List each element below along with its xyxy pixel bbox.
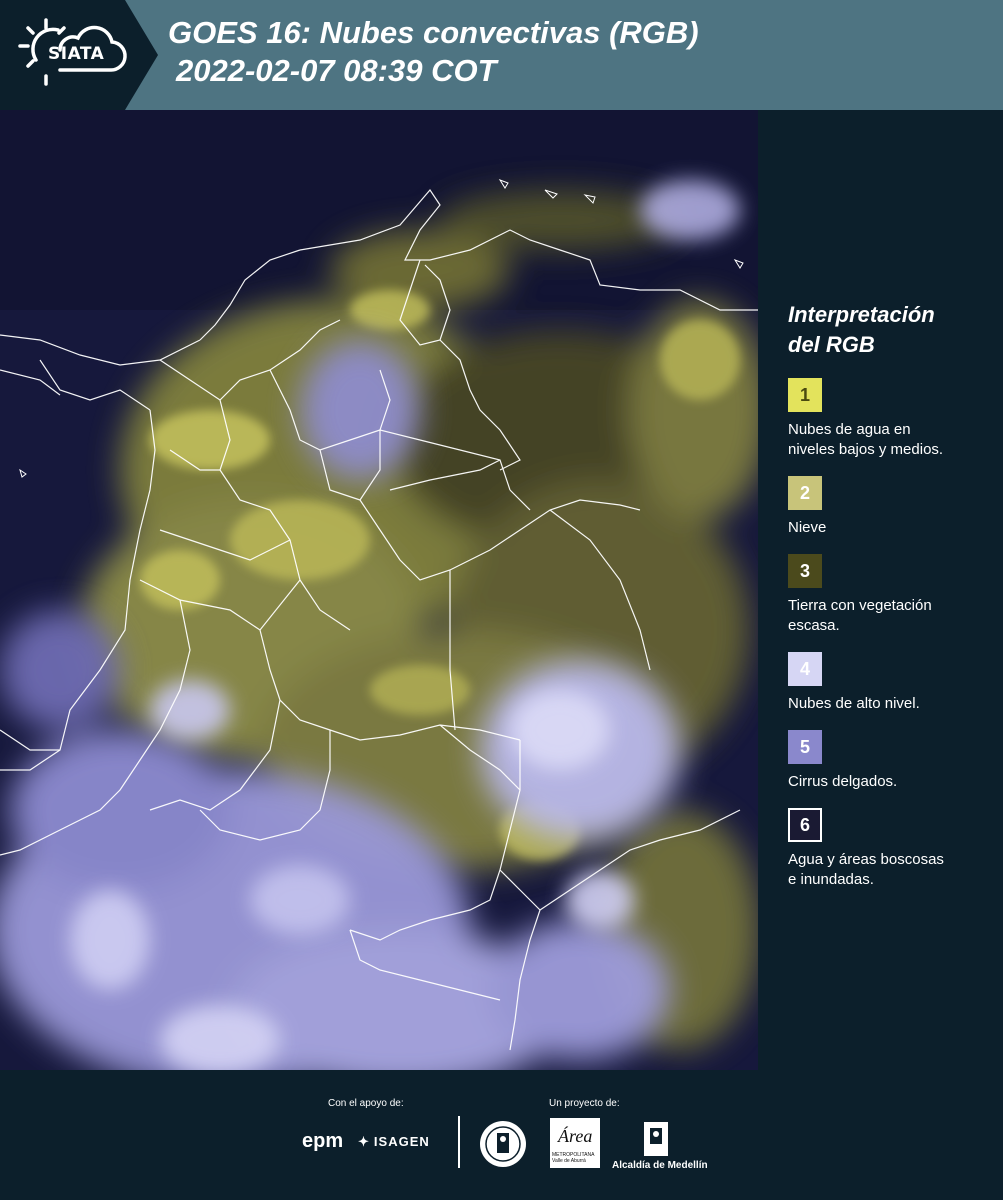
satellite-image [0,110,758,1070]
legend-item-4: 4 Nubes de alto nivel. [788,652,988,714]
legend-swatch-5: 5 [788,730,822,764]
legend-label-5-line1: Cirrus delgados. [788,773,898,790]
legend-swatch-6: 6 [788,808,822,842]
legend-swatch-4: 4 [788,652,822,686]
legend-item-1: 1 Nubes de agua en niveles bajos y medio… [788,378,988,460]
legend-item-2: 2 Nieve [788,476,988,538]
page-title: GOES 16: Nubes convectivas (RGB) 2022-02… [168,14,699,90]
footer-divider [458,1116,460,1168]
header: SIATA GOES 16: Nubes convectivas (RGB) 2… [0,0,1003,110]
legend-label-4-line1: Nubes de alto nivel. [788,695,920,712]
siata-logo: SIATA [0,0,160,110]
epm-logo: epm [302,1130,344,1152]
isagen-logo: ✦ ISAGEN [358,1134,430,1150]
support-label: Con el apoyo de: [328,1098,404,1109]
title-product: GOES 16: Nubes convectivas (RGB) [168,15,699,50]
title-datetime: 2022-02-07 08:39 COT [176,53,497,88]
isagen-text: ISAGEN [373,1134,430,1149]
legend-swatch-1: 1 [788,378,822,412]
legend-label-3: Tierra con vegetación escasa. [788,596,988,636]
legend-label-6-line1: Agua y áreas boscosas [788,851,944,868]
siata-logo-text: SIATA [48,44,105,64]
legend-item-3: 3 Tierra con vegetación escasa. [788,554,988,636]
isagen-mark-icon: ✦ [358,1134,370,1149]
legend-item-5: 5 Cirrus delgados. [788,730,988,792]
alcaldia-label: Alcaldía de Medellín [612,1160,708,1171]
medellin-seal-icon [480,1121,526,1167]
area-logo-text: Área [558,1126,593,1146]
legend-label-2-line1: Nieve [788,519,827,536]
legend-label-3-line1: Tierra con vegetación [788,597,932,614]
rgb-legend: Interpretación del RGB 1 Nubes de agua e… [788,300,988,906]
legend-label-6: Agua y áreas boscosas e inundadas. [788,850,988,890]
legend-title: Interpretación del RGB [788,300,988,360]
legend-title-line2: del RGB [788,332,875,357]
footer: Con el apoyo de: Un proyecto de: epm ✦ IS… [0,1070,1003,1200]
legend-swatch-3: 3 [788,554,822,588]
legend-label-1-line1: Nubes de agua en [788,421,911,438]
legend-label-5: Cirrus delgados. [788,772,988,792]
alcaldia-building-icon [644,1122,668,1156]
legend-label-2: Nieve [788,518,988,538]
legend-item-6: 6 Agua y áreas boscosas e inundadas. [788,808,988,890]
project-label: Un proyecto de: [549,1098,620,1109]
legend-label-1-line2: niveles bajos y medios. [788,441,944,458]
legend-title-line1: Interpretación [788,302,935,327]
area-logo-sub: METROPOLITANA Valle de Aburrá [552,1152,595,1164]
legend-label-3-line2: escasa. [788,617,840,634]
legend-swatch-2: 2 [788,476,822,510]
legend-label-4: Nubes de alto nivel. [788,694,988,714]
legend-label-1: Nubes de agua en niveles bajos y medios. [788,420,988,460]
legend-label-6-line2: e inundadas. [788,871,874,888]
area-metropolitana-logo: Área METROPOLITANA Valle de Aburrá [550,1118,600,1168]
